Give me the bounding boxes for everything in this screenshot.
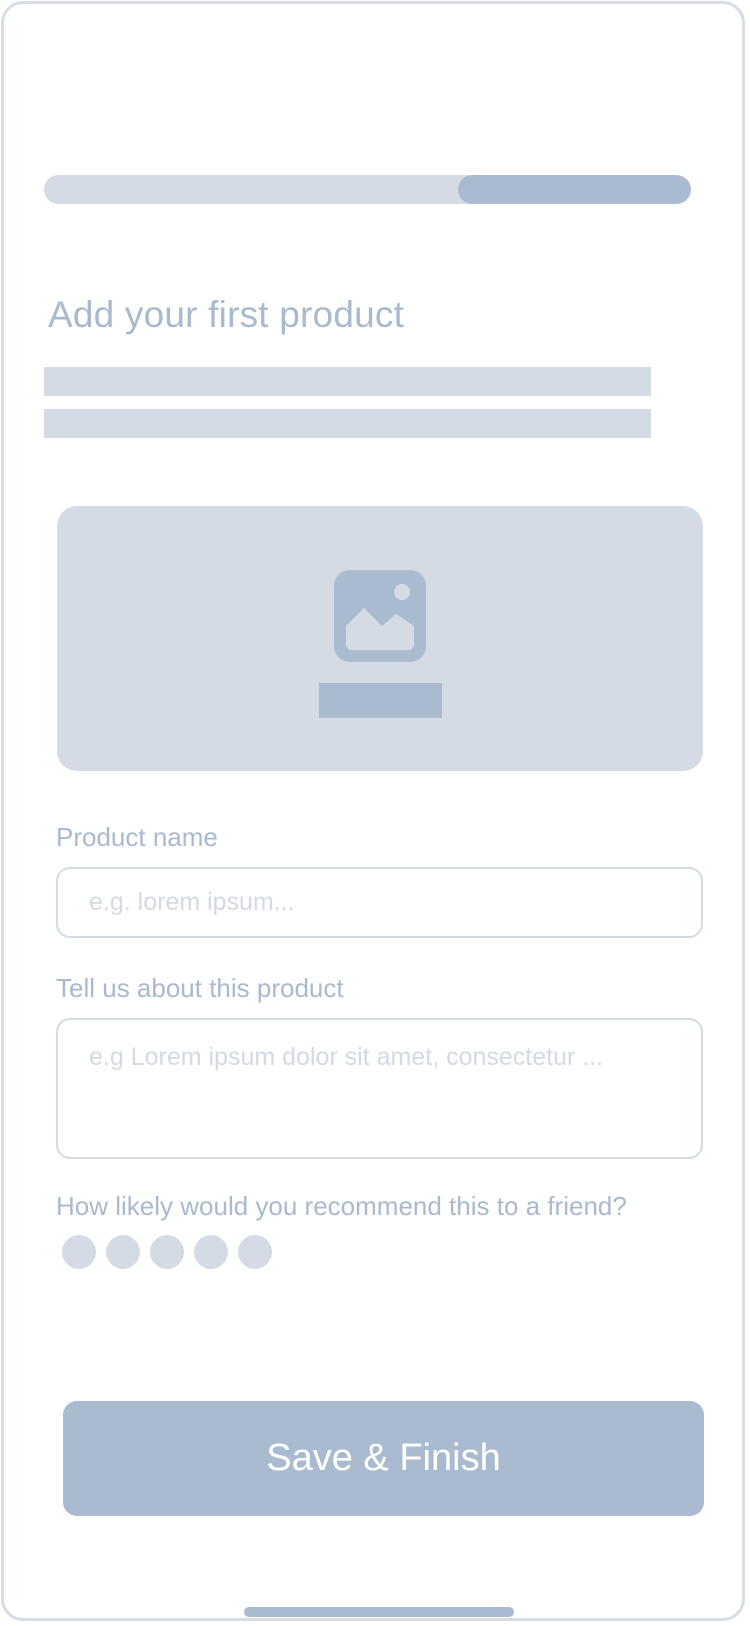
rating-dot-3[interactable]	[150, 1235, 184, 1269]
rating-dot-4[interactable]	[194, 1235, 228, 1269]
rating-dot-2[interactable]	[106, 1235, 140, 1269]
image-upload-caption-placeholder	[319, 683, 442, 718]
home-indicator	[244, 1607, 514, 1617]
progress-bar-fill	[458, 175, 691, 204]
product-name-input[interactable]	[56, 867, 703, 938]
product-name-label: Product name	[56, 822, 218, 852]
description-placeholder-line-1	[44, 367, 651, 396]
description-placeholder-line-2	[44, 409, 651, 438]
image-upload-area[interactable]	[57, 506, 703, 771]
rating-question: How likely would you recommend this to a…	[56, 1191, 627, 1221]
rating-dot-1[interactable]	[62, 1235, 96, 1269]
rating-dot-5[interactable]	[238, 1235, 272, 1269]
rating-selector	[62, 1235, 272, 1269]
page-title: Add your first product	[48, 294, 405, 335]
description-label: Tell us about this product	[56, 973, 344, 1003]
progress-bar	[44, 175, 691, 204]
save-finish-button[interactable]: Save & Finish	[63, 1401, 704, 1516]
phone-frame: Add your first product Product name Tell…	[1, 1, 745, 1621]
description-textarea[interactable]	[56, 1018, 703, 1159]
image-icon	[334, 570, 426, 662]
